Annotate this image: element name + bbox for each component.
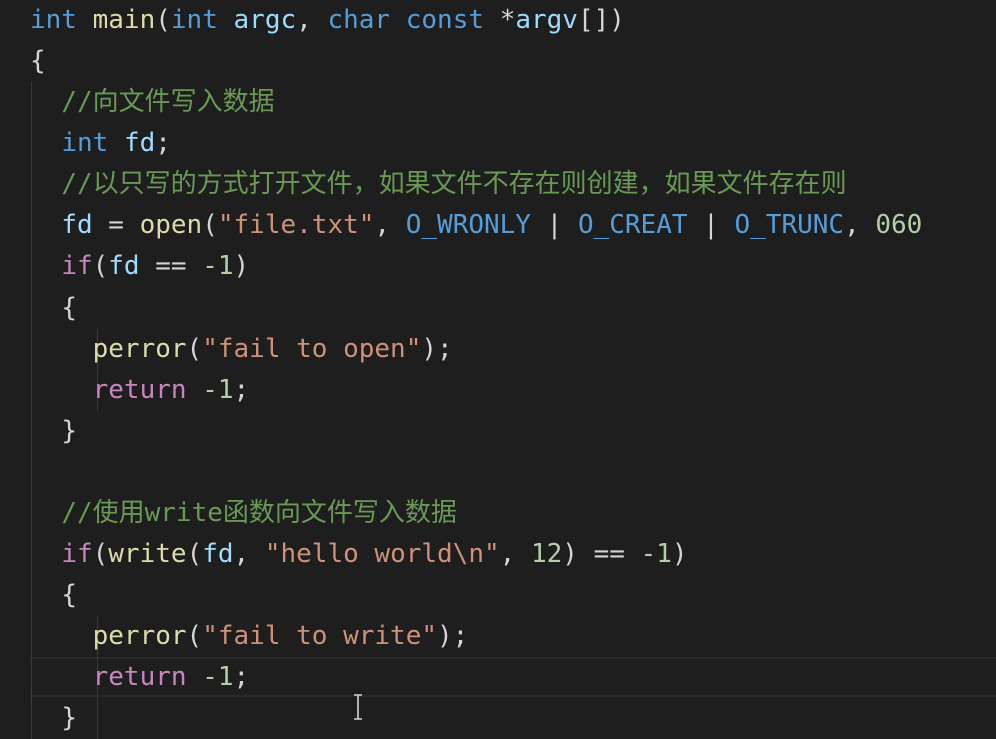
function-name: open	[139, 210, 203, 240]
punctuation: ,	[844, 210, 876, 240]
string-literal: "hello world\n"	[264, 539, 500, 569]
variable: argc	[233, 5, 297, 35]
punctuation: ,	[233, 539, 265, 569]
number-literal: -1	[202, 662, 234, 692]
code-line-11: }	[30, 411, 77, 452]
code-editor[interactable]: int main(int argc, char const *argv[]) {…	[0, 0, 996, 739]
control-keyword: if	[61, 251, 93, 281]
punctuation: ,	[296, 5, 328, 35]
punctuation: );	[437, 621, 469, 651]
control-keyword: return	[92, 662, 187, 692]
code-line-13: //使用write函数向文件写入数据	[30, 493, 457, 534]
brace: {	[30, 46, 46, 76]
punctuation: ,	[499, 539, 531, 569]
number-literal: -1	[202, 375, 234, 405]
keyword: int	[170, 5, 218, 35]
punctuation: ;	[233, 662, 250, 692]
punctuation: (	[155, 5, 171, 35]
code-line-3: //向文件写入数据	[30, 82, 275, 123]
code-line-1: int main(int argc, char const *argv[])	[30, 0, 625, 41]
punctuation: )	[562, 539, 578, 569]
code-line-15: {	[30, 575, 77, 616]
string-literal: "file.txt"	[217, 210, 375, 240]
brace: {	[61, 293, 77, 323]
punctuation: (	[186, 334, 203, 364]
punctuation: ,	[374, 210, 406, 240]
comment: //以只写的方式打开文件，如果文件不存在则创建，如果文件存在则	[61, 169, 847, 199]
punctuation: (	[202, 210, 218, 240]
code-line-10: return -1;	[30, 370, 250, 411]
operator: |	[530, 210, 578, 240]
comment: //使用write函数向文件写入数据	[61, 498, 457, 528]
punctuation: )	[233, 251, 250, 281]
function-name: main	[92, 5, 156, 35]
function-name: perror	[92, 334, 187, 364]
brace: }	[61, 703, 77, 733]
control-keyword: if	[61, 539, 93, 569]
keyword: const	[405, 5, 485, 35]
comment: //向文件写入数据	[61, 87, 275, 117]
code-content[interactable]: int main(int argc, char const *argv[]) {…	[0, 0, 996, 739]
brace: {	[61, 580, 77, 610]
code-line-16: perror("fail to write");	[30, 616, 469, 657]
code-line-6: fd = open("file.txt", O_WRONLY | O_CREAT…	[30, 205, 922, 246]
brace: }	[61, 416, 77, 446]
string-literal: "fail to open"	[202, 334, 422, 364]
punctuation: ;	[233, 375, 250, 405]
macro-constant: O_TRUNC	[734, 210, 845, 240]
code-line-18: }	[30, 698, 77, 739]
operator: ==	[139, 251, 203, 281]
variable: fd	[108, 251, 140, 281]
punctuation: (	[186, 539, 203, 569]
punctuation: );	[421, 334, 453, 364]
code-line-14: if(write(fd, "hello world\n", 12) == -1)	[30, 534, 688, 575]
code-line-8: {	[30, 288, 77, 329]
text-cursor-icon	[354, 694, 362, 720]
punctuation: (	[92, 251, 109, 281]
punctuation: )	[671, 539, 688, 569]
punctuation: (	[186, 621, 203, 651]
function-name: write	[108, 539, 187, 569]
operator: ==	[577, 539, 641, 569]
function-name: perror	[92, 621, 187, 651]
macro-constant: O_CREAT	[577, 210, 688, 240]
code-line-9: perror("fail to open");	[30, 329, 453, 370]
variable: fd	[202, 539, 234, 569]
number-literal: 12	[530, 539, 563, 569]
code-line-7: if(fd == -1)	[30, 246, 249, 287]
variable: fd	[61, 210, 93, 240]
keyword: char	[327, 5, 391, 35]
number-literal: -1	[640, 539, 672, 569]
number-literal: -1	[202, 251, 234, 281]
number-literal: 060	[875, 210, 923, 240]
variable: argv	[515, 5, 578, 35]
operator: =	[92, 210, 140, 240]
punctuation: (	[92, 539, 109, 569]
code-line-2: {	[30, 41, 46, 82]
code-line-5: //以只写的方式打开文件，如果文件不存在则创建，如果文件存在则	[30, 164, 847, 205]
control-keyword: return	[92, 375, 187, 405]
keyword: int	[30, 5, 77, 35]
code-line-4: int fd;	[30, 123, 171, 164]
string-literal: "fail to write"	[202, 621, 438, 651]
operator: *	[499, 5, 516, 35]
macro-constant: O_WRONLY	[405, 210, 531, 240]
punctuation: [])	[577, 5, 625, 35]
punctuation: ;	[155, 128, 171, 158]
variable: fd	[123, 128, 156, 158]
operator: |	[687, 210, 735, 240]
code-line-17: return -1;	[30, 657, 250, 698]
keyword: int	[61, 128, 109, 158]
